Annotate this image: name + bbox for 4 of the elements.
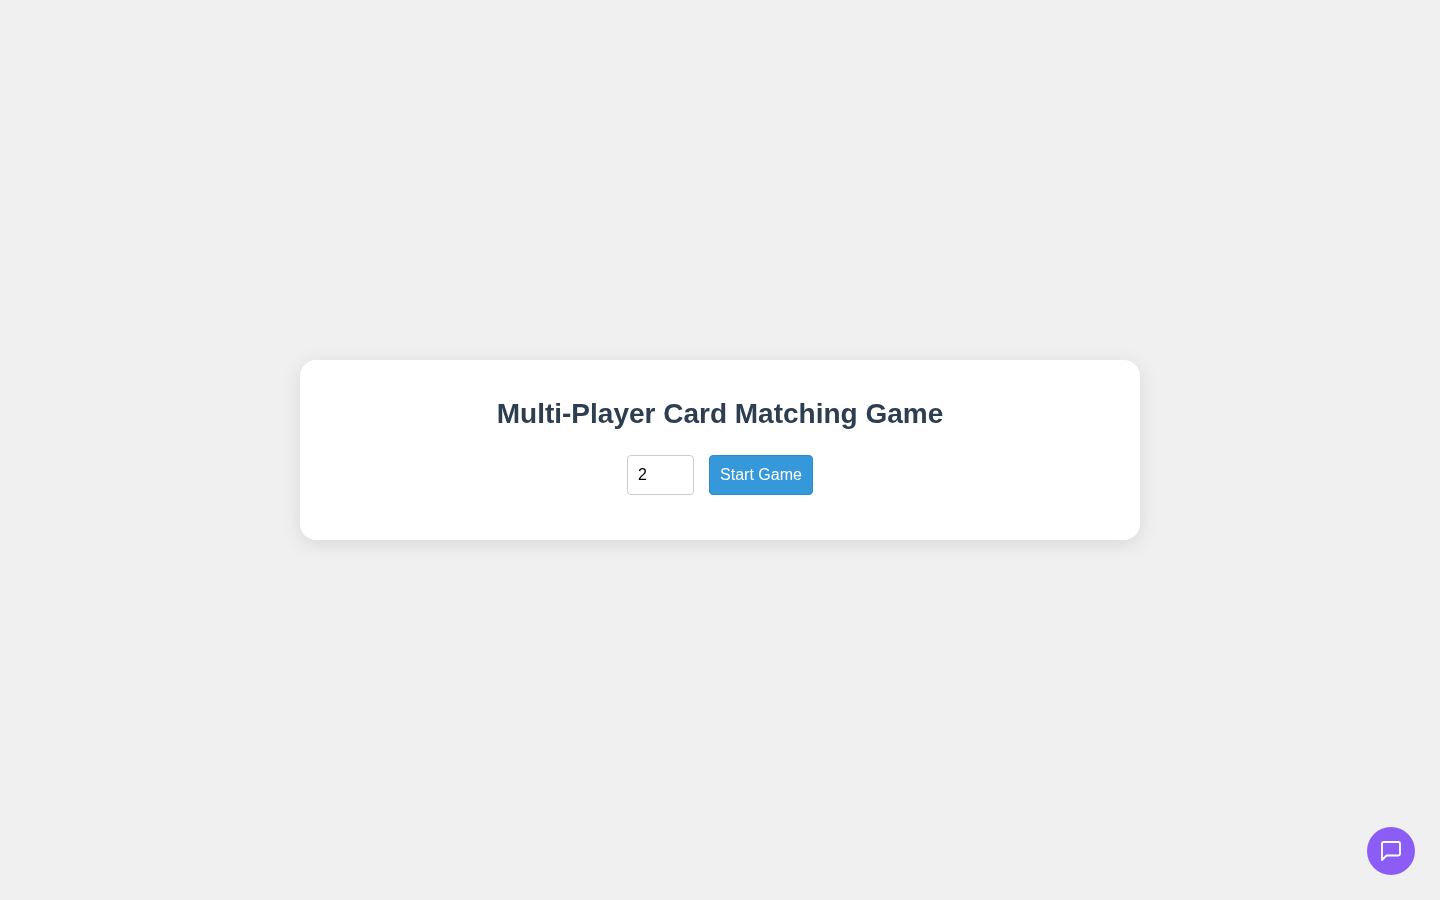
player-count-field[interactable]: 2 (627, 455, 695, 495)
chat-bubble-icon (1380, 840, 1402, 862)
game-title: Multi-Player Card Matching Game (496, 397, 944, 431)
chat-button[interactable] (1367, 827, 1415, 875)
